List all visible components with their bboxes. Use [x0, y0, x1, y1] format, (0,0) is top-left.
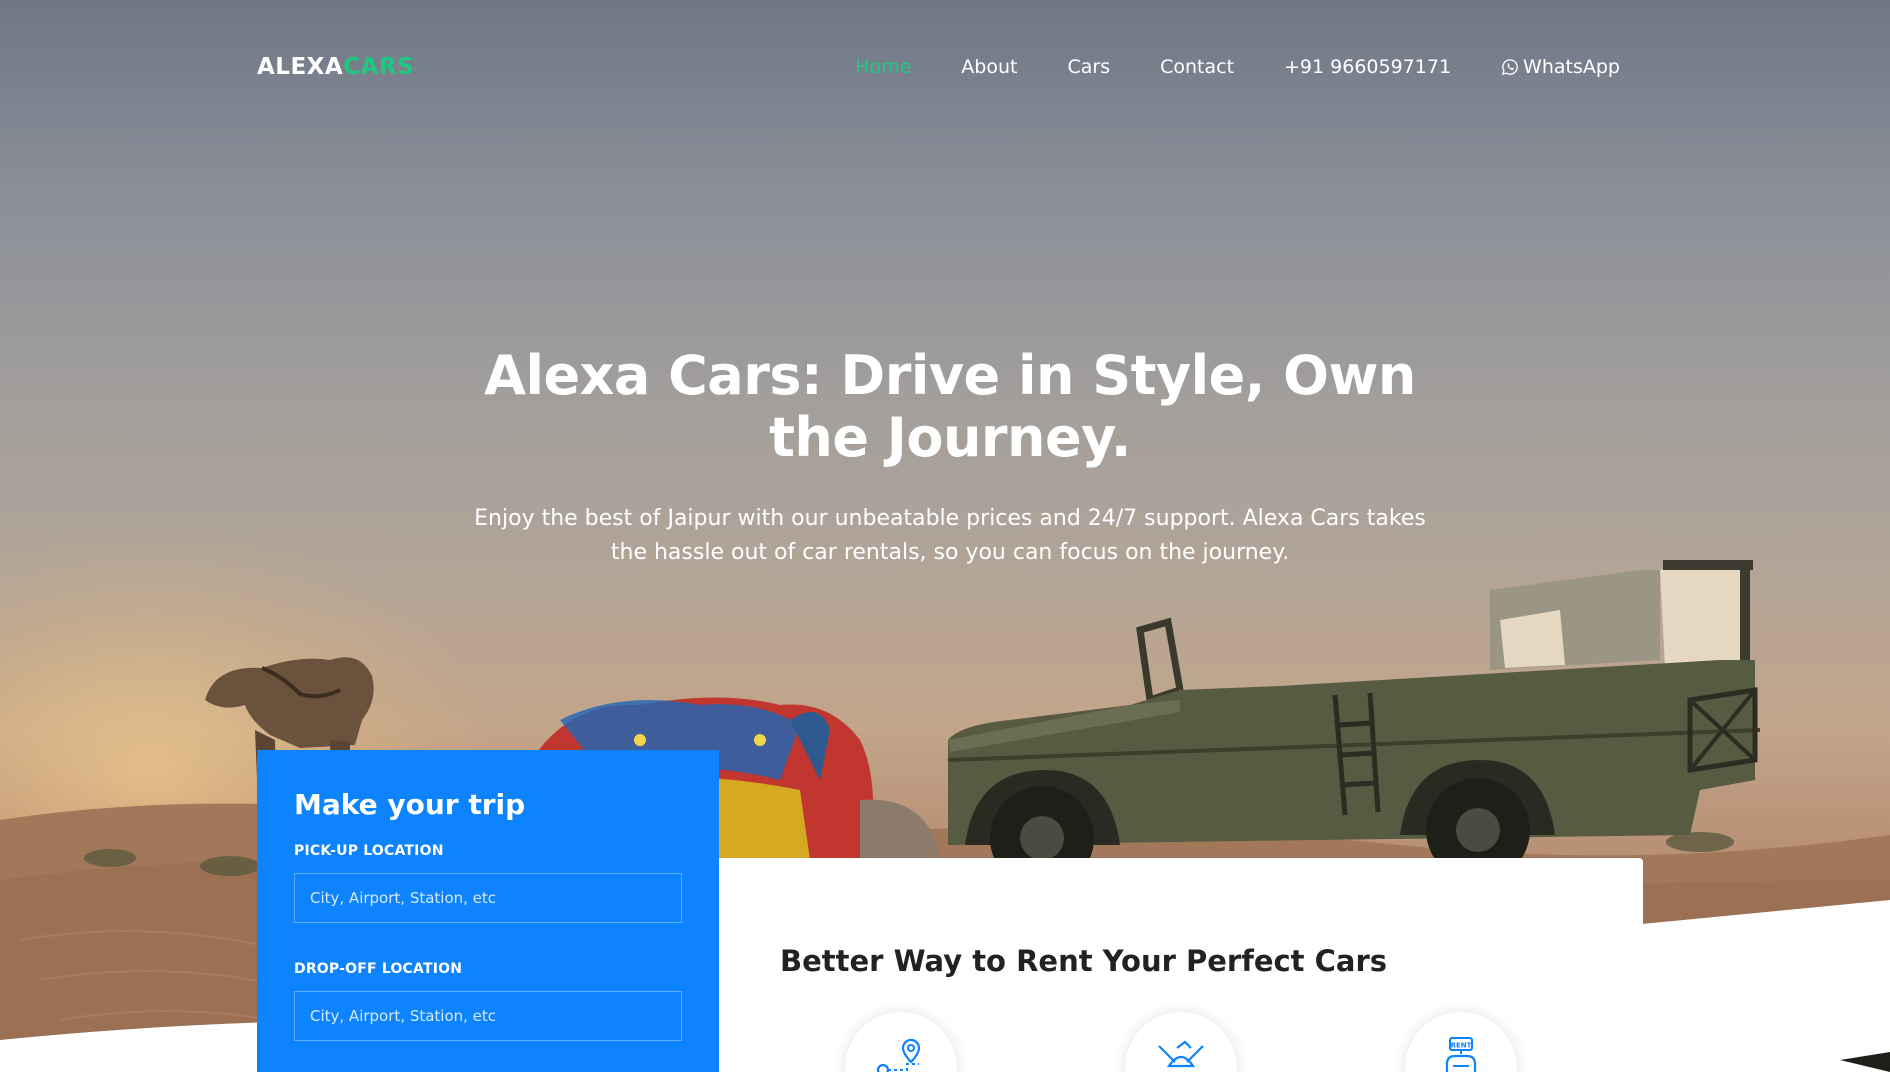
services-title: Better Way to Rent Your Perfect Cars [780, 944, 1388, 978]
make-trip-form: Make your trip PICK-UP LOCATION DROP-OFF… [257, 750, 719, 1072]
nav-item-about[interactable]: About [961, 56, 1017, 78]
logo-text-accent: CARS [343, 54, 415, 80]
route-pin-icon [876, 1038, 921, 1072]
pickup-label: PICK-UP LOCATION [294, 843, 444, 859]
svg-text:RENT: RENT [1451, 1042, 1472, 1050]
logo-text-primary: ALEXA [257, 54, 344, 80]
service-card-deal[interactable] [1125, 1012, 1237, 1072]
pickup-location-input[interactable] [294, 873, 682, 923]
top-navigation: ALEXACARS Home About Cars Contact +91 96… [0, 0, 1890, 140]
rent-car-icon: RENT [1445, 1037, 1477, 1072]
handshake-car-icon [1158, 1040, 1204, 1068]
dropoff-label: DROP-OFF LOCATION [294, 961, 463, 977]
service-card-rent[interactable]: RENT [1405, 1012, 1517, 1072]
brand-logo[interactable]: ALEXACARS [257, 54, 414, 80]
nav-item-home[interactable]: Home [855, 56, 911, 78]
trip-form-title: Make your trip [294, 788, 526, 821]
dropoff-location-input[interactable] [294, 991, 682, 1041]
nav-item-contact[interactable]: Contact [1160, 56, 1234, 78]
safari-jeep [947, 560, 1761, 890]
whatsapp-label: WhatsApp [1523, 56, 1620, 78]
services-section: Better Way to Rent Your Perfect Cars REN… [719, 858, 1643, 1072]
whatsapp-icon [1501, 59, 1518, 76]
nav-item-whatsapp[interactable]: WhatsApp [1501, 56, 1620, 78]
nav-item-cars[interactable]: Cars [1067, 56, 1110, 78]
nav-menu: Home About Cars Contact +91 9660597171 W… [805, 56, 1620, 78]
hero-title: Alexa Cars: Drive in Style, Own the Jour… [484, 344, 1416, 469]
hero-subtitle: Enjoy the best of Jaipur with our unbeat… [474, 506, 1426, 565]
service-card-location[interactable] [845, 1012, 957, 1072]
nav-item-phone[interactable]: +91 9660597171 [1284, 56, 1451, 78]
